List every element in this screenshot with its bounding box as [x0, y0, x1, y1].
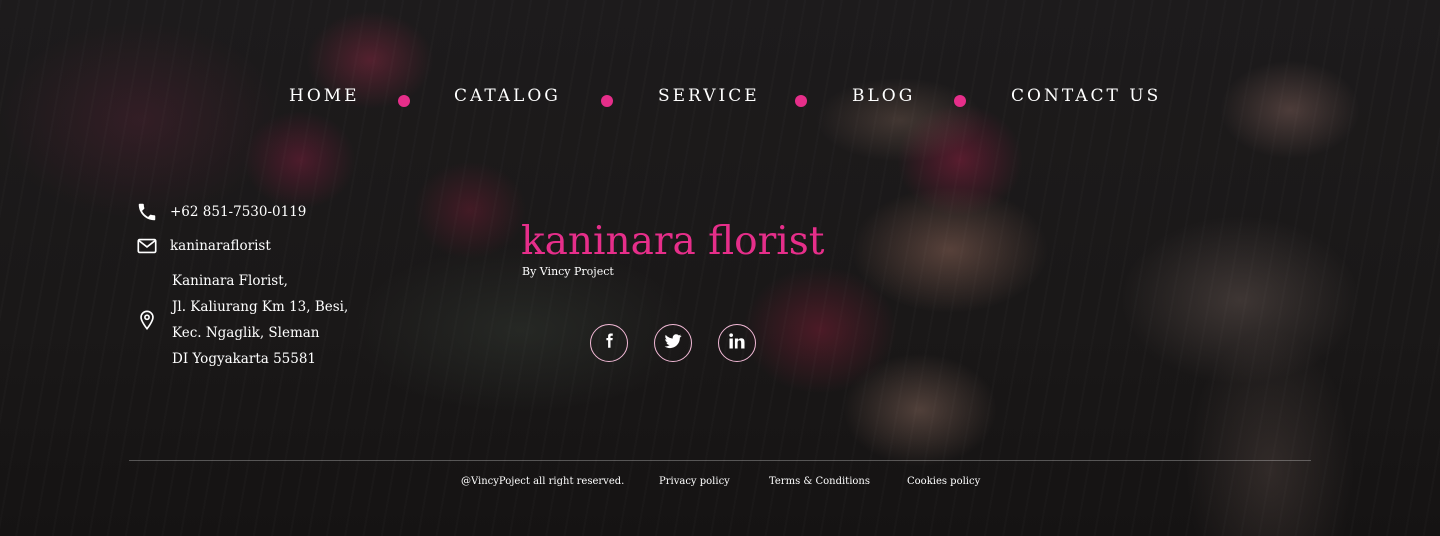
twitter-icon — [663, 331, 683, 355]
footer-divider — [129, 460, 1311, 461]
copyright-text: @VincyPoject all right reserved. — [461, 476, 625, 487]
address-line: Kaninara Florist, — [172, 273, 288, 289]
contact-email[interactable]: kaninaraflorist — [136, 235, 271, 257]
mail-icon — [136, 235, 158, 257]
address-line: Jl. Kaliurang Km 13, Besi, — [172, 299, 349, 315]
facebook-button[interactable] — [590, 324, 628, 362]
main-nav: HOME CATALOG SERVICE BLOG CONTACT US — [0, 86, 1440, 114]
nav-catalog-link[interactable]: CATALOG — [454, 86, 561, 106]
phone-icon — [136, 201, 158, 223]
nav-service-link[interactable]: SERVICE — [658, 86, 760, 106]
nav-separator-dot — [601, 95, 613, 107]
nav-home-link[interactable]: HOME — [289, 86, 360, 106]
email-text: kaninaraflorist — [170, 238, 271, 254]
address-block: Kaninara Florist, Jl. Kaliurang Km 13, B… — [172, 268, 348, 372]
brand-logo-title[interactable]: kaninara florist — [521, 219, 824, 264]
phone-number-text: +62 851-7530-0119 — [170, 204, 307, 220]
facebook-icon — [600, 332, 618, 354]
address-line: DI Yogyakarta 55581 — [172, 351, 317, 367]
address-line: Kec. Ngaglik, Sleman — [172, 325, 320, 341]
nav-blog-link[interactable]: BLOG — [852, 86, 915, 106]
nav-separator-dot — [795, 95, 807, 107]
twitter-button[interactable] — [654, 324, 692, 362]
linkedin-icon — [727, 331, 747, 355]
nav-separator-dot — [398, 95, 410, 107]
privacy-policy-link[interactable]: Privacy policy — [659, 476, 730, 487]
location-pin-icon — [136, 309, 158, 331]
terms-conditions-link[interactable]: Terms & Conditions — [769, 476, 870, 487]
contact-phone[interactable]: +62 851-7530-0119 — [136, 201, 306, 223]
brand-subtitle: By Vincy Project — [522, 265, 614, 278]
nav-separator-dot — [954, 95, 966, 107]
linkedin-button[interactable] — [718, 324, 756, 362]
nav-contact-us-link[interactable]: CONTACT US — [1011, 86, 1161, 106]
cookies-policy-link[interactable]: Cookies policy — [907, 476, 980, 487]
